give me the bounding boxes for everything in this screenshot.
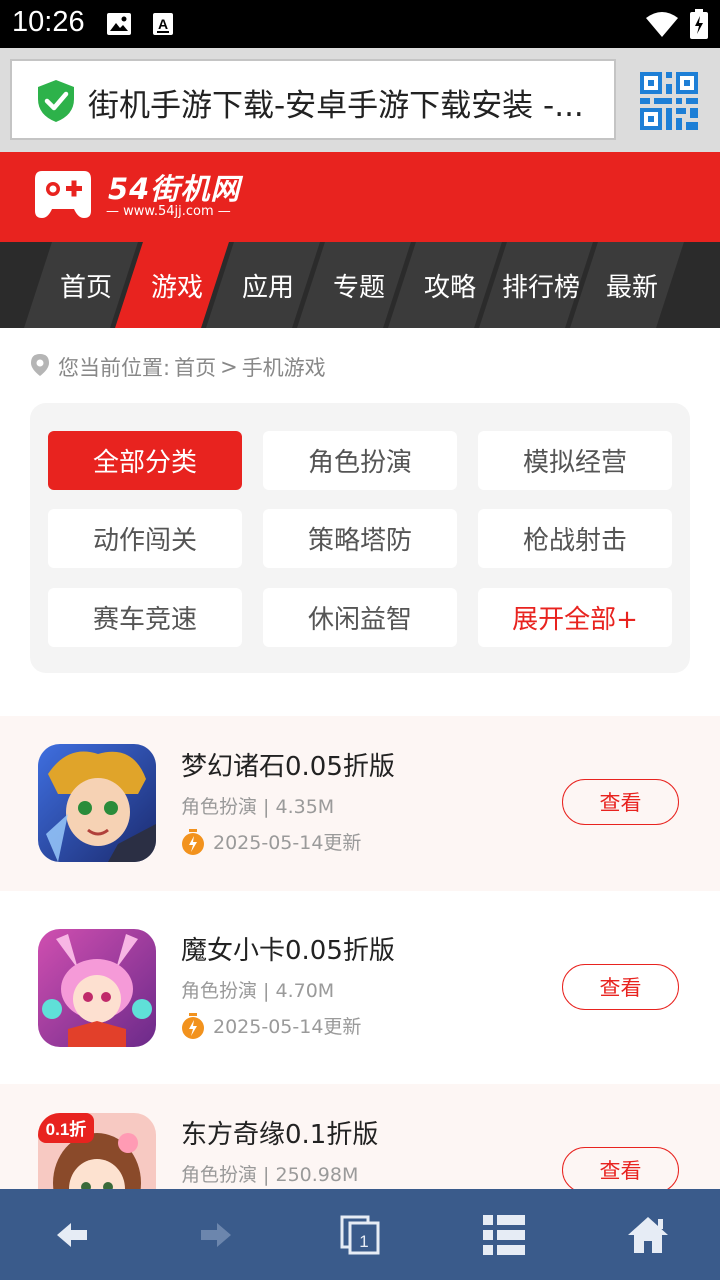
nav-tab-home[interactable]: 首页 <box>38 242 134 328</box>
nav-tab-label: 攻略 <box>423 272 476 303</box>
game-meta: 角色扮演 | 4.70M <box>181 980 335 1002</box>
gamepad-logo-icon[interactable] <box>34 169 92 223</box>
qr-code-icon[interactable] <box>640 72 698 134</box>
gallery-icon <box>106 12 132 40</box>
nav-tab-games[interactable]: 游戏 <box>129 242 225 328</box>
category-expand-all-button[interactable]: 展开全部+ <box>478 588 672 647</box>
menu-button[interactable] <box>444 1189 564 1280</box>
home-icon <box>628 1216 668 1253</box>
site-header: 54街机网 — www.54jj.com — <box>0 152 720 242</box>
view-button[interactable]: 查看 <box>562 779 679 825</box>
category-all-button[interactable]: 全部分类 <box>48 431 242 490</box>
back-button[interactable] <box>12 1189 132 1280</box>
clock-icon <box>182 1012 204 1039</box>
back-icon <box>57 1222 87 1247</box>
nav-tab-label: 应用 <box>241 272 294 303</box>
battery-icon <box>690 9 708 43</box>
nav-tab-label: 专题 <box>332 272 385 303</box>
secure-shield-icon <box>36 79 76 127</box>
discount-badge: 0.1折 <box>46 1119 87 1139</box>
game-icon[interactable] <box>38 744 156 862</box>
forward-icon <box>201 1222 231 1247</box>
nav-tab-guides[interactable]: 攻略 <box>402 242 498 328</box>
category-shooter-button[interactable]: 枪战射击 <box>478 509 672 568</box>
game-list-item[interactable]: 魔女小卡0.05折版 角色扮演 | 4.70M 2025-05-14更新 查看 <box>0 900 720 1075</box>
nav-tab-latest[interactable]: 最新 <box>584 242 680 328</box>
nav-tab-label: 最新 <box>605 272 658 303</box>
tab-count: 1 <box>359 1232 368 1251</box>
nav-tab-topics[interactable]: 专题 <box>311 242 407 328</box>
location-pin-icon <box>30 353 50 382</box>
status-time: 10:26 <box>12 6 85 38</box>
category-simulation-button[interactable]: 模拟经营 <box>478 431 672 490</box>
game-title[interactable]: 东方奇缘0.1折版 <box>181 1114 378 1151</box>
view-button[interactable]: 查看 <box>562 1147 679 1193</box>
category-rpg-button[interactable]: 角色扮演 <box>263 431 457 490</box>
game-list-item[interactable]: 梦幻诸石0.05折版 角色扮演 | 4.35M 2025-05-14更新 查看 <box>0 716 720 891</box>
text-notification-icon: A <box>152 12 174 40</box>
category-puzzle-button[interactable]: 休闲益智 <box>263 588 457 647</box>
nav-tab-apps[interactable]: 应用 <box>220 242 316 328</box>
game-date-text: 2025-05-14更新 <box>213 832 362 854</box>
category-strategy-button[interactable]: 策略塔防 <box>263 509 457 568</box>
tabs-icon: 1 <box>340 1215 380 1254</box>
breadcrumb: 您当前位置: 首页 > 手机游戏 <box>30 352 330 382</box>
menu-icon <box>483 1214 525 1255</box>
nav-tab-label: 游戏 <box>150 272 203 303</box>
game-meta: 角色扮演 | 4.35M <box>181 796 335 818</box>
page-title: 街机手游下载-安卓手游下载安装 -... <box>88 88 584 124</box>
view-button[interactable]: 查看 <box>562 964 679 1010</box>
game-icon[interactable] <box>38 929 156 1047</box>
category-panel: 全部分类 角色扮演 模拟经营 动作闯关 策略塔防 枪战射击 赛车竞速 休闲益智 … <box>30 403 690 673</box>
category-action-button[interactable]: 动作闯关 <box>48 509 242 568</box>
main-nav: 首页 游戏 应用 专题 攻略 排行榜 最新 <box>0 242 720 328</box>
game-title[interactable]: 魔女小卡0.05折版 <box>181 930 395 967</box>
browser-address-bar: 街机手游下载-安卓手游下载安装 -... <box>0 48 720 152</box>
game-meta: 角色扮演 | 250.98M <box>181 1164 359 1186</box>
tabs-button[interactable]: 1 <box>300 1189 420 1280</box>
wifi-icon <box>645 10 679 42</box>
category-racing-button[interactable]: 赛车竞速 <box>48 588 242 647</box>
breadcrumb-separator: > <box>220 355 238 379</box>
site-domain: — www.54jj.com — <box>106 204 231 219</box>
svg-text:A: A <box>158 16 168 32</box>
nav-tab-label: 排行榜 <box>501 272 580 303</box>
breadcrumb-current[interactable]: 手机游戏 <box>242 352 326 382</box>
breadcrumb-home-link[interactable]: 首页 <box>174 352 216 382</box>
status-bar: 10:26 A <box>0 0 720 48</box>
site-logo-text[interactable]: 54街机网 <box>108 166 240 208</box>
game-title[interactable]: 梦幻诸石0.05折版 <box>181 746 395 783</box>
nav-tab-ranking[interactable]: 排行榜 <box>493 242 589 328</box>
game-date-text: 2025-05-14更新 <box>213 1016 362 1038</box>
game-update-date: 2025-05-14更新 <box>181 1012 361 1039</box>
url-field[interactable]: 街机手游下载-安卓手游下载安装 -... <box>10 59 616 140</box>
clock-icon <box>182 828 204 855</box>
forward-button[interactable] <box>156 1189 276 1280</box>
game-update-date: 2025-05-14更新 <box>181 828 361 855</box>
nav-tab-label: 首页 <box>59 272 112 303</box>
breadcrumb-prefix: 您当前位置: <box>58 356 171 380</box>
home-button[interactable] <box>588 1189 708 1280</box>
browser-toolbar: 1 <box>0 1189 720 1280</box>
